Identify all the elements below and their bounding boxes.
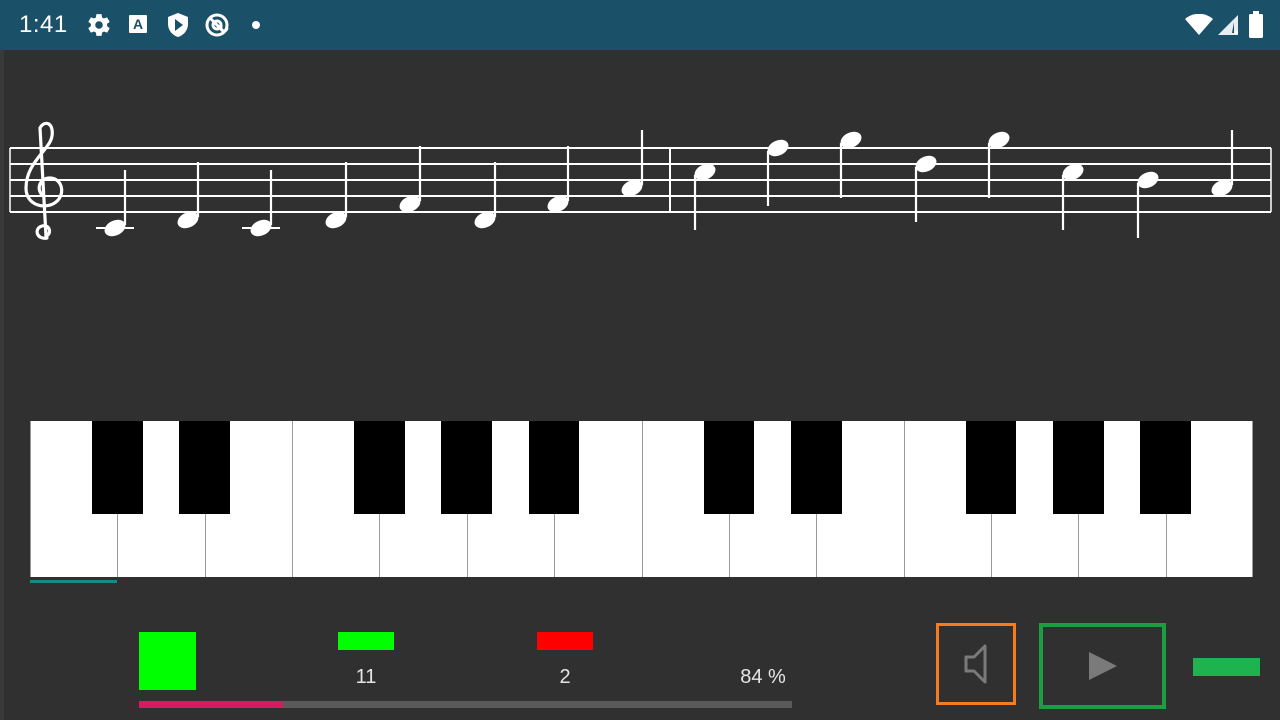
black-key[interactable] — [1052, 421, 1104, 514]
status-color-box — [139, 632, 196, 690]
black-key[interactable] — [354, 421, 405, 514]
staff-lines — [9, 147, 1272, 213]
wifi-icon — [1185, 14, 1213, 35]
play-icon — [1088, 652, 1117, 680]
black-key[interactable] — [441, 421, 493, 514]
piano-keyboard[interactable] — [30, 421, 1253, 577]
battery-icon — [1249, 11, 1263, 38]
cell-signal-icon — [1218, 15, 1238, 35]
speaker-icon — [964, 644, 987, 684]
at-sync-icon — [205, 13, 229, 37]
progress-bar — [139, 701, 792, 708]
play-button[interactable] — [1039, 623, 1166, 709]
correct-indicator — [338, 632, 394, 650]
accuracy-percentage: 84 % — [740, 666, 786, 688]
black-key[interactable] — [179, 421, 231, 514]
black-key[interactable] — [703, 421, 755, 514]
music-staff — [9, 121, 1272, 240]
black-key[interactable] — [528, 421, 580, 514]
status-indicator — [1193, 658, 1260, 676]
dot-icon — [252, 21, 260, 29]
status-bar: 1:41 A — [0, 0, 1280, 50]
status-time: 1:41 — [19, 11, 68, 38]
black-key[interactable] — [92, 421, 143, 514]
black-key[interactable] — [1140, 421, 1191, 514]
black-key[interactable] — [790, 421, 842, 514]
shield-icon — [168, 13, 188, 37]
sound-button[interactable] — [936, 623, 1016, 705]
wrong-indicator — [537, 632, 593, 650]
settings-icon — [88, 14, 110, 36]
correct-count: 11 — [355, 666, 377, 688]
note — [1136, 171, 1159, 238]
wrong-count: 2 — [559, 666, 571, 688]
progress-fill — [139, 701, 283, 708]
keyboard-position-indicator — [30, 580, 117, 583]
black-key[interactable] — [965, 421, 1017, 514]
a-icon: A — [129, 15, 147, 33]
svg-text:A: A — [133, 16, 143, 32]
